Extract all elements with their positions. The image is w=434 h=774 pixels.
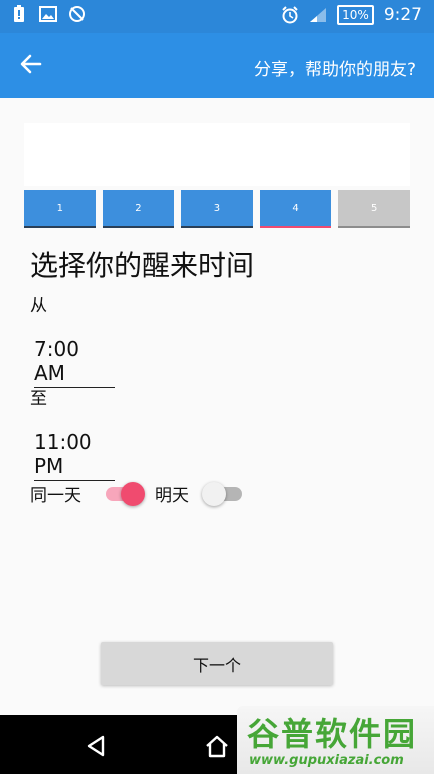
clock: 9:27 xyxy=(383,5,422,25)
page-title: 选择你的醒来时间 xyxy=(30,249,255,282)
battery-level: 10% xyxy=(337,5,374,25)
app-bar: 分享，帮助你的朋友? xyxy=(0,33,434,98)
tomorrow-switch[interactable] xyxy=(202,481,244,507)
watermark-url: www.gupuxiazai.com xyxy=(249,753,404,768)
back-button[interactable] xyxy=(14,50,48,82)
next-button[interactable]: 下一个 xyxy=(101,642,333,685)
battery-alert-icon xyxy=(10,5,28,23)
same-day-switch[interactable] xyxy=(104,481,146,507)
from-label: 从 xyxy=(30,296,47,316)
status-left-icons xyxy=(10,5,86,23)
watermark-logo: 谷普软件园 www.gupuxiazai.com xyxy=(237,706,434,774)
status-bar: 10% 9:27 xyxy=(0,0,434,33)
share-link[interactable]: 分享，帮助你的朋友? xyxy=(254,55,416,80)
step-3[interactable]: 3 xyxy=(181,190,253,228)
alarm-icon xyxy=(281,6,299,24)
image-icon xyxy=(39,5,57,23)
step-4[interactable]: 4 xyxy=(259,190,332,228)
step-1[interactable]: 1 xyxy=(24,190,96,228)
no-sync-icon xyxy=(68,5,86,23)
same-day-label: 同一天 xyxy=(30,486,81,506)
header-panel xyxy=(24,123,410,186)
to-time-input[interactable]: 11:00 PM xyxy=(34,430,115,481)
step-indicator: 1 2 3 4 5 xyxy=(24,190,410,228)
from-time-input[interactable]: 7:00 AM xyxy=(34,337,115,388)
step-5: 5 xyxy=(338,190,410,228)
to-label: 至 xyxy=(30,389,47,409)
switch-knob xyxy=(121,482,145,506)
arrow-left-icon xyxy=(20,54,42,78)
back-triangle-icon[interactable] xyxy=(86,735,106,761)
tomorrow-label: 明天 xyxy=(155,486,189,506)
watermark-text: 谷普软件园 xyxy=(247,715,418,753)
home-icon[interactable] xyxy=(204,734,230,762)
status-right-icons: 10% 9:27 xyxy=(281,5,422,25)
step-2[interactable]: 2 xyxy=(102,190,175,228)
switch-knob xyxy=(202,482,226,506)
signal-icon xyxy=(309,6,327,24)
